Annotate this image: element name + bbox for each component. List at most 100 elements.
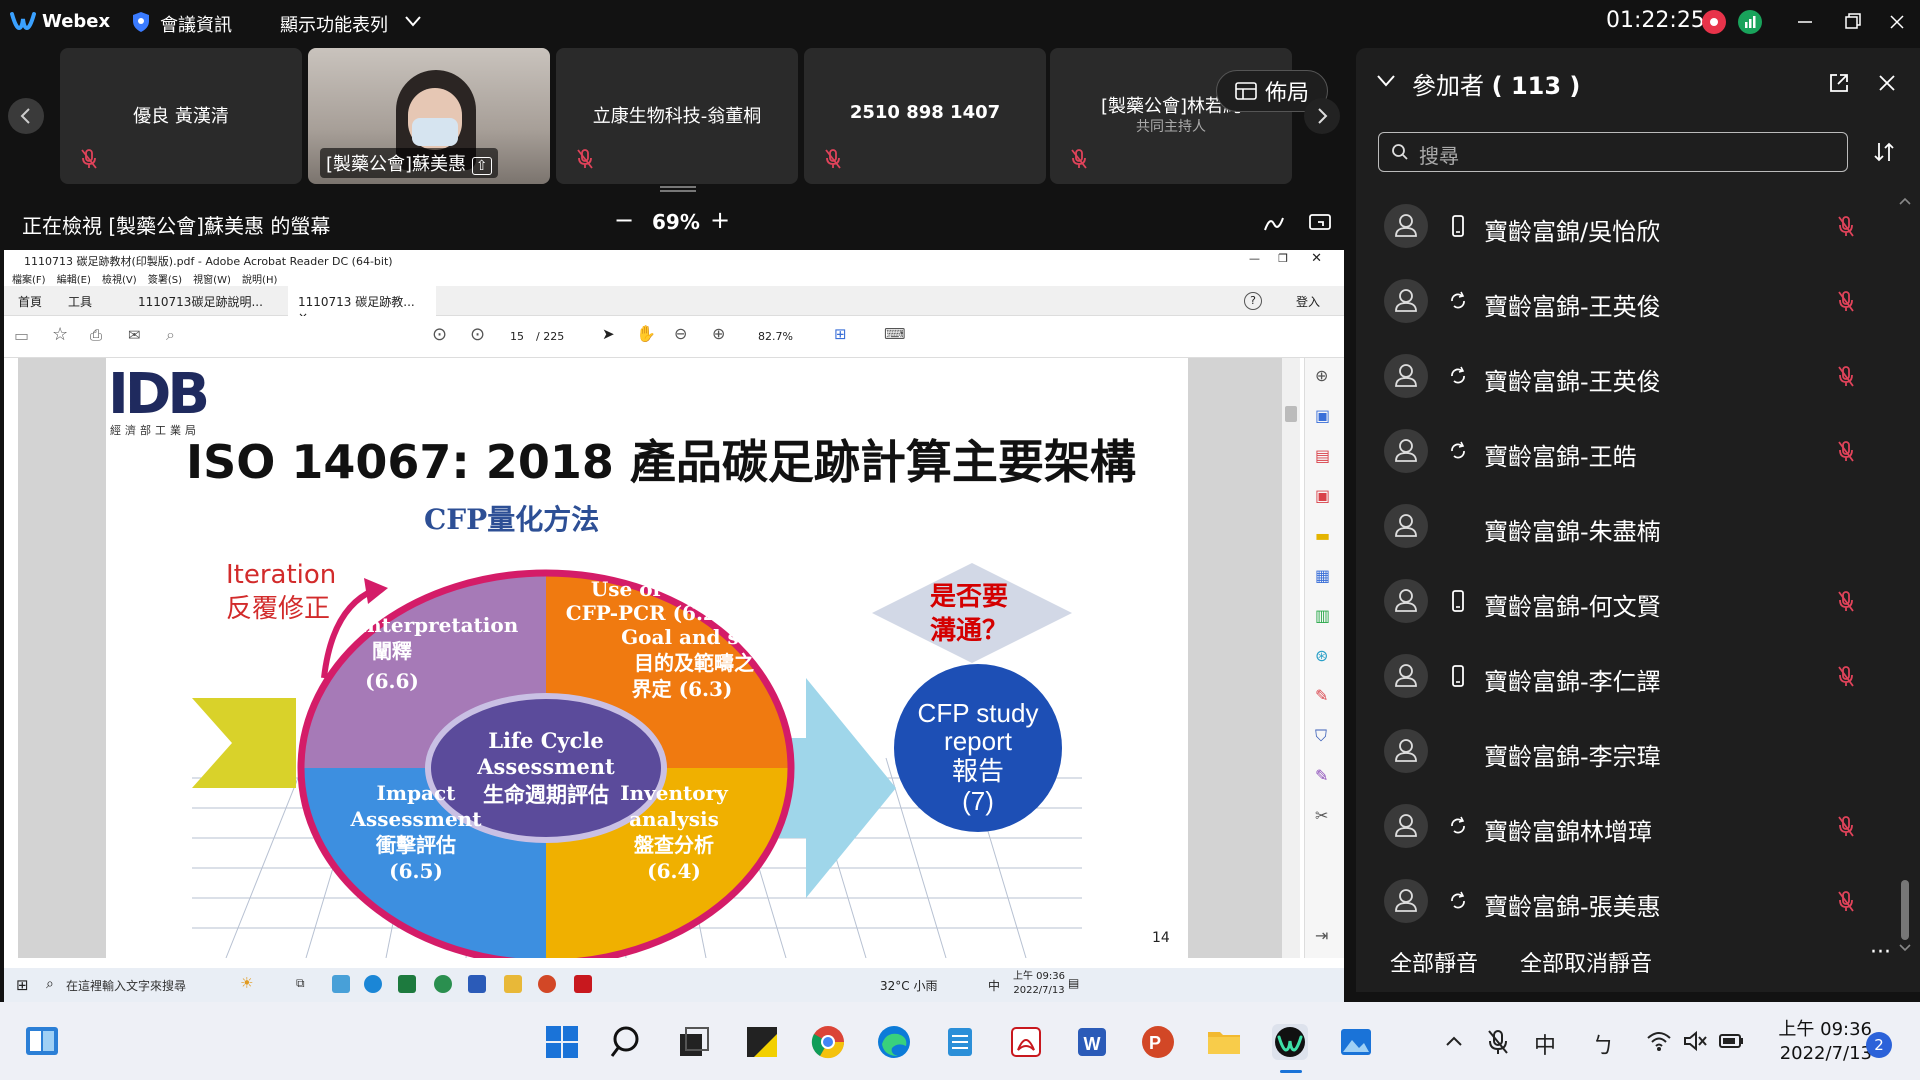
- tab-doc-2[interactable]: 1110713 碳足跡教... ×: [288, 286, 436, 324]
- unmute-all-button[interactable]: 全部取消靜音: [1520, 946, 1652, 978]
- participant-row[interactable]: 寶齡富錦-王英俊: [1356, 342, 1896, 417]
- strip-next-button[interactable]: [1304, 98, 1340, 134]
- ime-mode-indicator[interactable]: ㄅ: [1592, 1028, 1614, 1060]
- comment-icon[interactable]: ▬: [1315, 526, 1330, 545]
- zoom-tool-icon[interactable]: ⊕: [1315, 366, 1328, 385]
- scroll-down-icon[interactable]: [1898, 942, 1912, 954]
- acrobat-minimize-icon[interactable]: —: [1249, 252, 1260, 265]
- participant-row[interactable]: 寶齡富錦林增璋: [1356, 792, 1896, 867]
- zoom-out-icon[interactable]: ⊖: [674, 324, 687, 343]
- acrobat-restore-icon[interactable]: ❐: [1278, 252, 1288, 265]
- muted-mic-icon[interactable]: [1836, 364, 1856, 388]
- export-pdf-icon[interactable]: ▣: [1315, 486, 1330, 505]
- annotate-icon[interactable]: [1262, 212, 1286, 234]
- widgets-icon[interactable]: [24, 1024, 60, 1058]
- create-pdf-icon[interactable]: ▣: [1315, 406, 1330, 425]
- task-view-icon[interactable]: ⧉: [296, 976, 305, 991]
- more-tools-icon[interactable]: ✂: [1315, 806, 1328, 825]
- scroll-thumb[interactable]: [1285, 406, 1297, 422]
- chevron-down-icon[interactable]: [404, 14, 422, 28]
- windows-start-icon[interactable]: [544, 1024, 580, 1060]
- battery-icon[interactable]: [1718, 1030, 1746, 1052]
- email-icon[interactable]: ✉: [128, 326, 141, 344]
- powerpoint-icon[interactable]: P: [1140, 1024, 1176, 1060]
- search-icon[interactable]: ⌕: [46, 976, 54, 992]
- bookmark-star-icon[interactable]: ☆: [52, 324, 68, 345]
- select-tool-icon[interactable]: ➤: [602, 325, 615, 343]
- more-options-icon[interactable]: ···: [1870, 940, 1891, 965]
- acrobat-icon[interactable]: [1008, 1024, 1044, 1060]
- help-icon[interactable]: ?: [1244, 292, 1262, 310]
- muted-mic-icon[interactable]: [1836, 439, 1856, 463]
- muted-mic-icon[interactable]: [1836, 589, 1856, 613]
- popout-screen-icon[interactable]: [1308, 212, 1332, 234]
- scroll-thumb[interactable]: [1901, 880, 1909, 940]
- windows-start-icon[interactable]: ⊞: [16, 976, 29, 994]
- scroll-up-icon[interactable]: [1898, 195, 1912, 207]
- notification-badge[interactable]: 2: [1866, 1032, 1892, 1058]
- participant-row[interactable]: 寶齡富錦-王皓: [1356, 417, 1896, 492]
- weather-widget-icon[interactable]: ☀: [240, 974, 253, 992]
- tab-doc-1[interactable]: 1110713碳足跡說明...: [128, 286, 278, 316]
- muted-mic-icon[interactable]: [1836, 664, 1856, 688]
- wifi-icon[interactable]: [1646, 1030, 1672, 1052]
- popout-icon[interactable]: [1828, 72, 1850, 94]
- next-page-icon[interactable]: ⊙: [470, 324, 485, 345]
- sticky-notes-icon[interactable]: [744, 1024, 780, 1060]
- zoom-select[interactable]: 82.7%: [758, 330, 793, 343]
- notepad-icon[interactable]: [942, 1024, 978, 1060]
- notification-icon[interactable]: ▤: [1068, 976, 1079, 990]
- participant-row[interactable]: 寶齡富錦-李宗瑋: [1356, 717, 1896, 792]
- muted-mic-icon[interactable]: [1836, 814, 1856, 838]
- chevron-up-icon[interactable]: [1444, 1034, 1464, 1048]
- zoom-in-button[interactable]: +: [710, 206, 730, 234]
- video-tile[interactable]: [製藥公會]林若純 共同主持人: [1050, 48, 1292, 184]
- acrobat-menu-bar[interactable]: 檔案(F) 編輯(E) 檢視(V) 簽署(S) 視窗(W) 說明(H): [4, 270, 1344, 286]
- app-icon-edge[interactable]: [364, 975, 382, 993]
- zoom-in-icon[interactable]: ⊕: [712, 324, 725, 343]
- edit-pdf-icon[interactable]: ▥: [1315, 606, 1330, 625]
- muted-mic-icon[interactable]: [1836, 289, 1856, 313]
- print-icon[interactable]: ⎙: [90, 326, 102, 344]
- strip-prev-button[interactable]: [8, 98, 44, 134]
- mic-muted-icon[interactable]: [1486, 1028, 1510, 1056]
- app-icon-powerpoint[interactable]: [538, 975, 556, 993]
- document-area[interactable]: IDB 經濟部工業局 ISO 14067: 2018 產品碳足跡計算主要架構 C…: [18, 358, 1282, 958]
- prev-page-icon[interactable]: ⊙: [432, 324, 447, 345]
- ime-indicator[interactable]: 中: [1534, 1028, 1556, 1060]
- save-icon[interactable]: ▭: [14, 326, 29, 345]
- protect-icon[interactable]: ⛉: [1315, 726, 1327, 746]
- combine-icon[interactable]: ▦: [1315, 566, 1330, 585]
- network-quality-icon[interactable]: [1738, 10, 1762, 34]
- tab-home[interactable]: 首頁: [8, 286, 52, 316]
- photos-icon[interactable]: [1338, 1024, 1374, 1060]
- hand-tool-icon[interactable]: ✋: [636, 324, 656, 343]
- volume-muted-icon[interactable]: [1682, 1030, 1708, 1052]
- video-tile[interactable]: 立康生物科技-翁董桐: [556, 48, 798, 184]
- app-icon-chrome[interactable]: [434, 975, 452, 993]
- muted-mic-icon[interactable]: [1836, 889, 1856, 913]
- fit-page-icon[interactable]: ⊞: [834, 325, 847, 343]
- shield-icon[interactable]: [132, 11, 150, 33]
- taskbar-search-input[interactable]: 在這裡輸入文字來搜尋: [66, 977, 186, 994]
- document-scrollbar[interactable]: [1282, 358, 1300, 958]
- chrome-icon[interactable]: [810, 1024, 846, 1060]
- app-icon-acrobat[interactable]: [574, 975, 592, 993]
- close-icon[interactable]: [1882, 8, 1912, 36]
- participant-scrollbar[interactable]: [1898, 192, 1912, 952]
- participant-row[interactable]: 寶齡富錦-何文賢: [1356, 567, 1896, 642]
- page-current[interactable]: 15: [510, 330, 524, 343]
- tab-tools[interactable]: 工具: [58, 286, 102, 316]
- muted-mic-icon[interactable]: [1836, 214, 1856, 238]
- participant-row[interactable]: 寶齡富錦-李仁譯: [1356, 642, 1896, 717]
- system-clock[interactable]: 上午 09:36 2022/7/13: [1766, 1018, 1872, 1066]
- word-icon[interactable]: W: [1074, 1024, 1110, 1060]
- participant-row[interactable]: 寶齡富錦/吳怡欣: [1356, 192, 1896, 267]
- app-icon-word[interactable]: [468, 975, 486, 993]
- meeting-info-button[interactable]: 會議資訊: [160, 11, 232, 37]
- video-tile[interactable]: 2510 898 1407: [804, 48, 1046, 184]
- organize-pages-icon[interactable]: ▤: [1315, 446, 1330, 465]
- keyboard-icon[interactable]: ⌨: [884, 325, 906, 343]
- participant-search-input[interactable]: 搜尋: [1378, 132, 1848, 172]
- close-icon[interactable]: [1876, 72, 1898, 94]
